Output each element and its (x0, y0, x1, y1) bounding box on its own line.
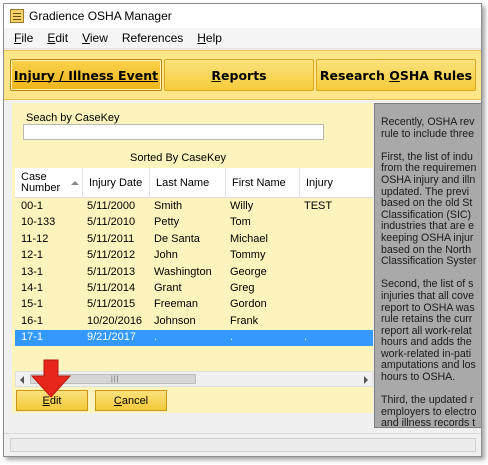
info-text-line: rule to include three (381, 127, 475, 140)
window-title: Gradience OSHA Manager (29, 9, 172, 23)
menu-view[interactable]: View (75, 31, 115, 45)
cell-case-number: 10-133 (21, 216, 56, 229)
cell-last-name: Washington (154, 265, 212, 278)
header-injury[interactable]: Injury (300, 168, 373, 198)
table-row[interactable]: 10-133 5/11/2010 Petty Tom (15, 215, 373, 231)
scroll-right-icon[interactable] (364, 376, 368, 384)
cell-first-name: Tommy (230, 249, 266, 262)
cell-last-name: Freeman (154, 298, 199, 311)
info-text-line: Classification Syster (381, 255, 477, 268)
cell-case-number: 00-1 (21, 200, 44, 212)
info-text-line: based on the old St (381, 197, 473, 210)
nav-reports-button[interactable]: Reports (164, 59, 314, 91)
menu-edit[interactable]: Edit (40, 31, 75, 45)
cell-last-name: Smith (154, 200, 183, 212)
cell-case-number: 14-1 (21, 282, 44, 294)
search-label: Seach by CaseKey (26, 112, 120, 124)
info-text-line: OSHA injury and illn (381, 173, 476, 186)
scroll-left-icon[interactable] (20, 376, 24, 384)
cell-last-name: Petty (154, 216, 180, 229)
title-bar: Gradience OSHA Manager (4, 4, 481, 28)
cell-first-name: Tom (230, 216, 251, 229)
sorted-label: Sorted By CaseKey (130, 152, 226, 164)
cell-last-name: De Santa (154, 232, 200, 245)
table-row[interactable]: 12-1 5/11/2012 John Tommy (15, 248, 373, 264)
cell-first-name: Frank (230, 314, 259, 327)
info-text-line: injuries that all cove (381, 289, 475, 302)
cell-injury-date: 5/11/2011 (87, 232, 135, 245)
table-row[interactable]: 13-1 5/11/2013 Washington George (15, 265, 373, 281)
info-text-panel: Recently, OSHA rev rule to include three F… (374, 103, 481, 428)
cell-injury-date: 5/11/2015 (87, 298, 136, 311)
cell-case-number: 15-1 (21, 298, 44, 311)
cell-injury: TEST (304, 200, 333, 212)
cell-first-name: Willy (230, 200, 254, 212)
cell-first-name: Greg (230, 282, 255, 294)
red-down-arrow-icon (31, 359, 71, 398)
grid-header: Case Number Injury Date Last Name First … (15, 168, 373, 198)
cell-case-number: 16-1 (21, 314, 44, 327)
cell-injury: . (304, 331, 308, 344)
cell-injury-date: 5/11/2000 (87, 200, 136, 212)
cell-first-name: Michael (230, 232, 268, 245)
cell-case-number: 11-12 (21, 232, 49, 245)
cell-injury-date: 9/21/2017 (87, 331, 136, 344)
cell-case-number: 17-1 (21, 331, 44, 344)
table-row[interactable]: 17-1 9/21/2017... (15, 330, 373, 347)
info-text-line: hours to OSHA. (381, 371, 456, 384)
scroll-grip-icon: ||| (111, 376, 120, 383)
menu-help[interactable]: Help (190, 31, 229, 45)
cell-first-name: Gordon (230, 298, 267, 311)
cell-case-number: 13-1 (21, 265, 44, 278)
table-row[interactable]: 14-1 5/11/2014 Grant Greg (15, 281, 373, 297)
cell-first-name: . (230, 331, 234, 344)
search-input[interactable] (23, 124, 324, 140)
cell-injury-date: 5/11/2013 (87, 265, 136, 278)
info-text-line: keeping OSHA injur (381, 231, 474, 244)
app-window: Gradience OSHA Manager File Edit View Re… (3, 3, 482, 457)
info-text: Recently, OSHA rev rule to include three F… (375, 104, 481, 428)
cell-injury-date: 5/11/2012 (87, 249, 136, 262)
header-last-name[interactable]: Last Name (150, 168, 226, 198)
app-icon (10, 9, 24, 23)
cell-first-name: George (230, 265, 267, 278)
info-text-line: and illness records t (381, 417, 476, 428)
cell-injury-date: 5/11/2014 (87, 282, 136, 294)
case-grid: Case Number Injury Date Last Name First … (15, 168, 373, 369)
menu-bar: File Edit View References Help (4, 28, 481, 49)
cell-last-name: Grant (154, 282, 182, 294)
status-field (10, 438, 476, 452)
cell-last-name: Johnson (154, 314, 196, 327)
info-text-line: Recently, OSHA rev (381, 116, 475, 128)
header-injury-date[interactable]: Injury Date (83, 168, 150, 198)
table-row[interactable]: 00-1 5/11/2000 Smith Willy TEST (15, 199, 373, 215)
cell-last-name: . (154, 331, 158, 344)
table-row[interactable]: 16-1 10/20/2016 Johnson Frank (15, 314, 373, 330)
nav-research-osha-rules-button[interactable]: Research O SHA Rules (316, 59, 476, 91)
cancel-button[interactable]: Cancel (95, 390, 167, 411)
header-first-name[interactable]: First Name (226, 168, 300, 198)
navigation-band: Injury / Illness Event Reports Research … (4, 50, 481, 100)
cell-last-name: John (154, 249, 178, 262)
cell-injury-date: 10/20/2016 (87, 314, 143, 327)
sort-ascending-icon (71, 181, 79, 185)
nav-injury-illness-event-button[interactable]: Injury / Illness Event (10, 59, 162, 91)
table-row[interactable]: 15-1 5/11/2015 Freeman Gordon (15, 297, 373, 313)
nav-injury-label: Injury / Illness Event (13, 67, 159, 83)
info-text-line: rule retains the curr (381, 313, 473, 326)
menu-references[interactable]: References (115, 31, 190, 45)
cell-injury-date: 5/11/2010 (87, 216, 136, 229)
status-bar (4, 433, 481, 456)
table-row[interactable]: 11-12 5/11/2011 De Santa Michael (15, 232, 373, 248)
cell-case-number: 12-1 (21, 249, 44, 262)
menu-file[interactable]: File (7, 31, 40, 45)
